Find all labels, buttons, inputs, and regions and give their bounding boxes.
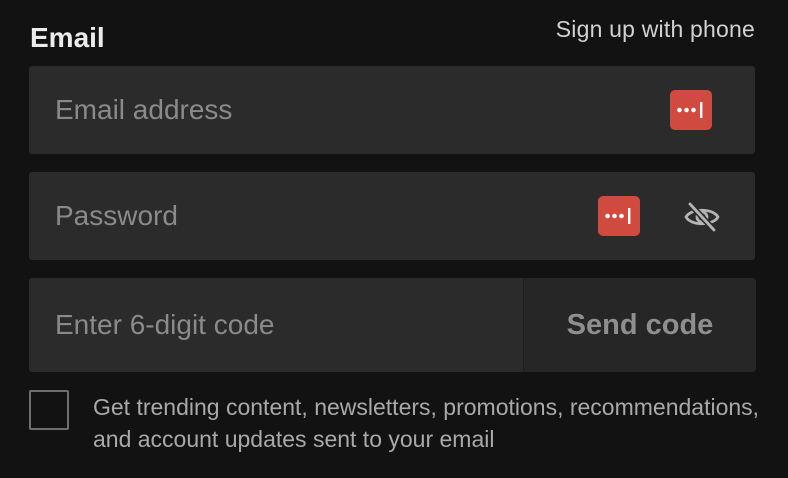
sign-up-with-phone-link[interactable]: Sign up with phone	[556, 14, 755, 44]
verification-code-field-container: Send code	[29, 278, 756, 372]
password-input[interactable]	[55, 172, 595, 260]
password-manager-icon[interactable]	[670, 90, 712, 130]
password-manager-icon[interactable]	[598, 196, 640, 236]
send-code-button[interactable]: Send code	[523, 278, 756, 372]
verification-code-input[interactable]	[55, 278, 515, 372]
email-input[interactable]	[55, 66, 655, 154]
password-field-container	[29, 172, 755, 260]
marketing-consent-checkbox[interactable]	[29, 390, 69, 430]
eye-slash-icon[interactable]	[682, 199, 722, 235]
marketing-consent-label: Get trending content, newsletters, promo…	[93, 394, 760, 452]
form-header: Email Sign up with phone	[30, 14, 755, 54]
section-title: Email	[30, 22, 105, 53]
marketing-consent: Get trending content, newsletters, promo…	[29, 388, 769, 468]
email-field-container	[29, 66, 755, 154]
